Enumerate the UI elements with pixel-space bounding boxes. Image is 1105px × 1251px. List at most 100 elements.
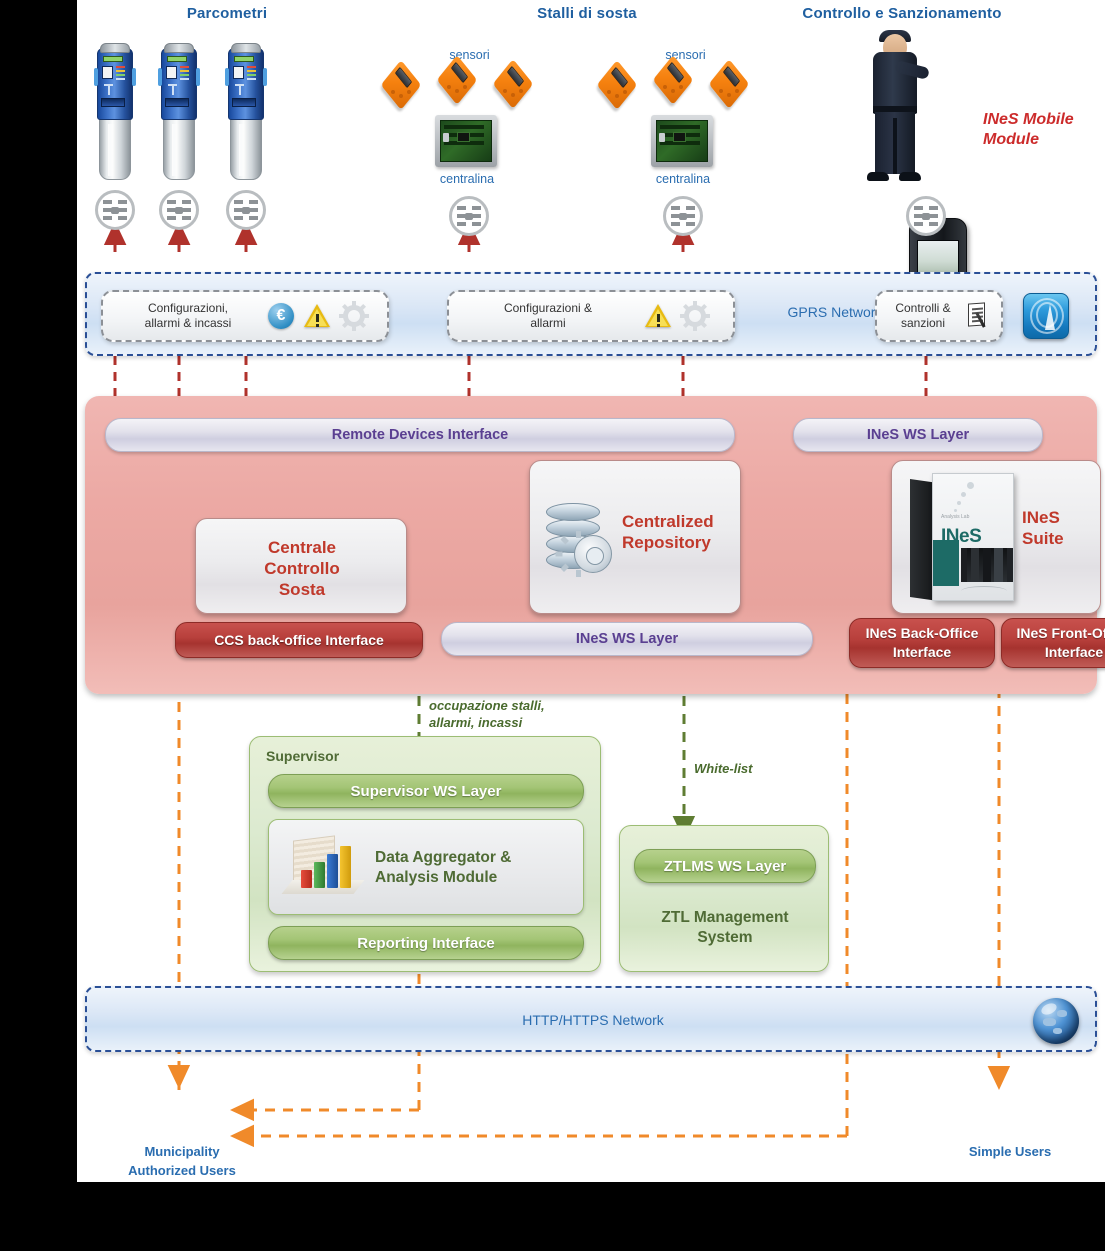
ines-ws-layer-bottom-label: INeS WS Layer <box>575 631 679 647</box>
centrale-line1: Centrale <box>267 538 337 557</box>
ines-software-box-icon: Analysis Lab INeS <box>910 473 1022 601</box>
ticket-document-icon <box>965 302 991 330</box>
sim-chip-icon-2 <box>159 190 199 230</box>
reporting-interface-label: Reporting Interface <box>357 934 495 952</box>
gprs-box2-line1: Configurazioni & <box>503 301 593 315</box>
ines-suite-line1: INeS <box>1022 508 1060 527</box>
gprs-payload-3-text: Controlli & sanzioni <box>887 301 959 331</box>
sensor-left-2 <box>436 54 484 106</box>
ines-mobile-module-label: INeS Mobile Module <box>983 110 1105 150</box>
ines-ws-layer-bottom-bar[interactable]: INeS WS Layer <box>441 622 813 656</box>
ztlms-ws-layer-button[interactable]: ZTLMS WS Layer <box>634 849 816 883</box>
ines-front-office-line2: Interface <box>1044 644 1104 660</box>
municipality-line1: Municipality <box>144 1144 220 1159</box>
warning-triangle-icon-2 <box>645 304 671 328</box>
sensor-left-3 <box>492 58 540 110</box>
centralized-repository-box[interactable]: Centralized Repository <box>529 460 741 614</box>
supervisor-panel-title: Supervisor <box>266 748 340 764</box>
sim-chip-icon-5 <box>663 196 703 236</box>
centralina-label-left: centralina <box>439 172 495 186</box>
ztl-management-panel: ZTLMS WS Layer ZTL Management System <box>619 825 829 972</box>
centralina-left <box>435 115 497 167</box>
supervisor-ws-layer-button[interactable]: Supervisor WS Layer <box>268 774 584 808</box>
ztl-flow-label: White-list <box>694 761 753 776</box>
warning-triangle-icon <box>304 304 330 328</box>
globe-icon <box>1033 998 1079 1044</box>
centralina-label-right: centralina <box>655 172 711 186</box>
sim-chip-icon-4 <box>449 196 489 236</box>
http-network-label: HTTP/HTTPS Network <box>522 1012 664 1028</box>
ines-suite-line2: Suite <box>1022 529 1064 548</box>
sim-chip-icon-1 <box>95 190 135 230</box>
parking-meter-2 <box>158 40 200 180</box>
municipality-users-label: Municipality Authorized Users <box>87 1142 277 1180</box>
gprs-box1-line2: allarmi & incassi <box>144 316 232 330</box>
euro-symbol: € <box>276 307 286 324</box>
gprs-box3-line2: sanzioni <box>900 316 946 330</box>
ztlms-ws-layer-label: ZTLMS WS Layer <box>663 857 787 875</box>
antenna-tower-icon <box>1023 293 1069 339</box>
core-platform-layer: Remote Devices Interface INeS WS Layer C… <box>85 396 1105 694</box>
municipality-line2: Authorized Users <box>128 1163 236 1178</box>
parking-meter-1 <box>94 40 136 180</box>
ines-front-office-line1: INeS Front-Office <box>1016 625 1105 641</box>
ztl-system-line1: ZTL Management <box>661 909 789 926</box>
gprs-box3-line1: Controlli & <box>895 301 951 315</box>
ines-suite-label: INeS Suite <box>1022 507 1094 549</box>
supervisor-flow-label: occupazione stalli, allarmi, incassi <box>429 697 629 731</box>
ines-mobile-line2: Module <box>983 131 1039 148</box>
column-heading-parcometri: Parcometri <box>186 5 268 22</box>
architecture-diagram: Parcometri Stalli di sosta Controllo e S… <box>77 0 1105 1182</box>
sensor-left-1 <box>380 59 428 111</box>
remote-devices-interface-label: Remote Devices Interface <box>331 427 509 443</box>
data-aggregator-line2: Analysis Module <box>375 869 498 886</box>
ccs-back-office-label: CCS back-office Interface <box>214 631 384 648</box>
ines-back-office-interface-button[interactable]: INeS Back-Office Interface <box>849 618 995 668</box>
ztl-management-system-label: ZTL Management System <box>620 908 830 948</box>
centralina-right <box>651 115 713 167</box>
gprs-payload-2-text: Configurazioni & allarmi <box>473 301 623 331</box>
column-heading-stalli: Stalli di sosta <box>537 5 637 22</box>
ines-ws-layer-top-bar[interactable]: INeS WS Layer <box>793 418 1043 452</box>
ines-front-office-interface-button[interactable]: INeS Front-Office Interface <box>1001 618 1105 668</box>
centrale-line2: Controllo <box>264 559 340 578</box>
supervisor-flow-line2: allarmi, incassi <box>429 715 523 730</box>
column-heading-controllo: Controllo e Sanzionamento <box>802 5 1002 22</box>
centralized-repository-label: Centralized Repository <box>622 511 734 553</box>
bar-chart-icon <box>281 835 367 898</box>
repository-line2: Repository <box>622 533 711 552</box>
sim-chip-icon-6 <box>906 196 946 236</box>
repository-line1: Centralized <box>622 512 714 531</box>
remote-devices-interface-bar[interactable]: Remote Devices Interface <box>105 418 735 452</box>
gprs-box2-line2: allarmi <box>530 316 566 330</box>
reporting-interface-button[interactable]: Reporting Interface <box>268 926 584 960</box>
gprs-payload-box-3: Controlli & sanzioni <box>875 290 1003 342</box>
data-aggregator-module-box[interactable]: Data Aggregator & Analysis Module <box>268 819 584 915</box>
parking-meter-3 <box>225 40 267 180</box>
ztl-system-line2: System <box>697 929 753 946</box>
simple-users-label: Simple Users <box>968 1144 1052 1159</box>
gear-icon-2 <box>680 301 710 331</box>
gprs-network-band: Configurazioni, allarmi & incassi € Conf… <box>85 272 1097 356</box>
sensor-right-2 <box>652 54 700 106</box>
ines-box-brand: INeS <box>941 526 982 547</box>
gprs-payload-box-1: Configurazioni, allarmi & incassi € <box>101 290 389 342</box>
ccs-back-office-interface-button[interactable]: CCS back-office Interface <box>175 622 423 658</box>
centrale-controllo-sosta-box[interactable]: Centrale Controllo Sosta <box>195 518 407 614</box>
database-repository-icon <box>544 501 616 577</box>
http-https-network-band: HTTP/HTTPS Network <box>85 986 1097 1052</box>
data-aggregator-line1: Data Aggregator & <box>375 849 512 866</box>
police-officer <box>855 30 951 190</box>
gprs-payload-box-2: Configurazioni & allarmi <box>447 290 735 342</box>
centrale-controllo-sosta-label: Centrale Controllo Sosta <box>196 537 408 600</box>
supervisor-ws-layer-label: Supervisor WS Layer <box>350 782 502 800</box>
screenshot-canvas: Parcometri Stalli di sosta Controllo e S… <box>0 0 1105 1251</box>
ines-ws-layer-top-label: INeS WS Layer <box>866 427 970 443</box>
ines-suite-box[interactable]: Analysis Lab INeS INeS Suite <box>891 460 1101 614</box>
ines-back-office-line2: Interface <box>892 644 952 660</box>
ines-back-office-line1: INeS Back-Office <box>865 625 979 641</box>
supervisor-flow-line1: occupazione stalli, <box>429 698 545 713</box>
supervisor-panel: Supervisor Supervisor WS Layer Data Aggr… <box>249 736 601 972</box>
euro-coin-icon: € <box>268 303 294 329</box>
gear-icon-1 <box>339 301 369 331</box>
